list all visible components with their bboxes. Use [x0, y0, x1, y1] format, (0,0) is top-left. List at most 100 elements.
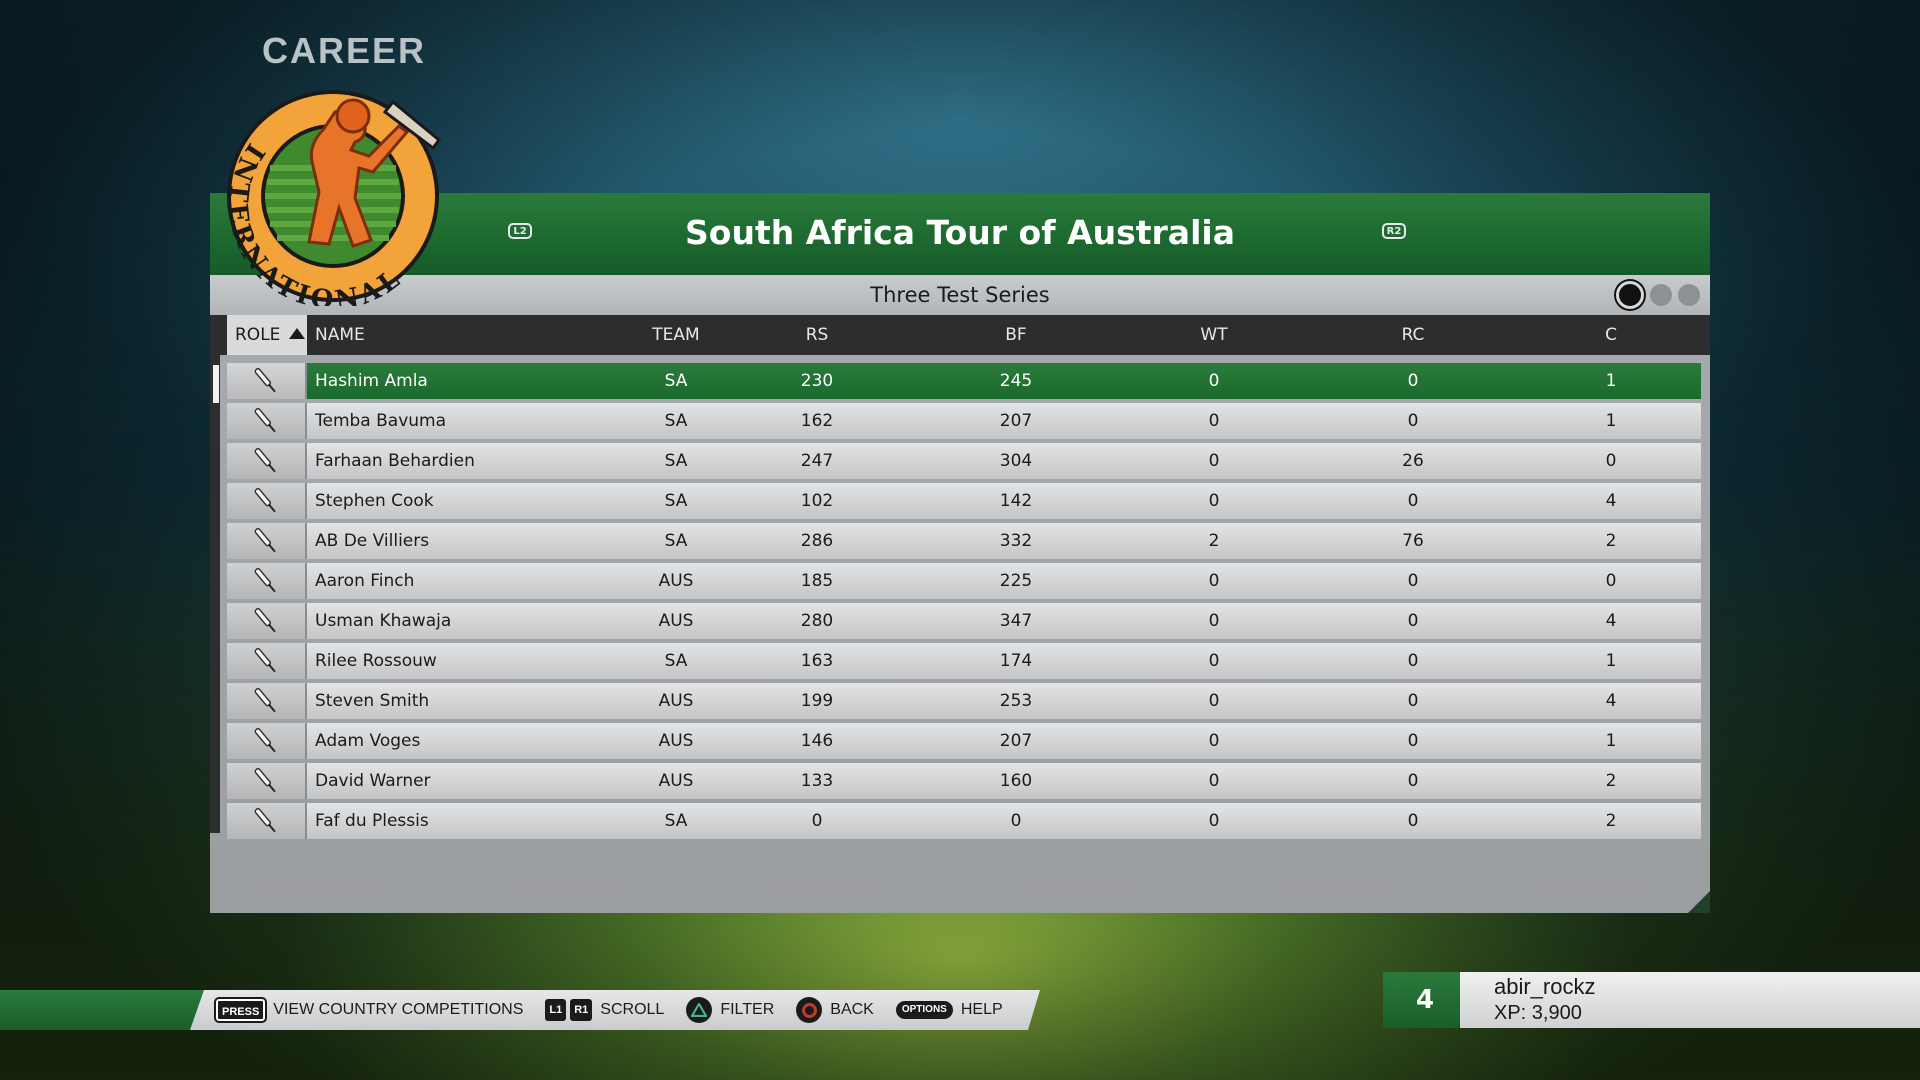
cricket-bat-icon — [227, 763, 307, 799]
table-row[interactable]: Usman Khawaja AUS 280 347 0 0 4 — [227, 603, 1701, 639]
cell-wt: 0 — [1208, 451, 1220, 471]
column-header-role[interactable]: ROLE — [227, 315, 307, 355]
cell-team: SA — [664, 531, 688, 551]
cell-team: AUS — [658, 691, 694, 711]
page-dot-3[interactable] — [1678, 284, 1700, 306]
cell-rs: 247 — [800, 451, 834, 471]
cell-c: 1 — [1605, 731, 1617, 751]
cell-name: Rilee Rossouw — [315, 651, 437, 671]
column-header-rc[interactable]: RC — [1353, 315, 1473, 355]
cell-rc: 0 — [1407, 691, 1419, 711]
cell-c: 4 — [1605, 491, 1617, 511]
scroll-label: SCROLL — [600, 1001, 665, 1018]
cell-name: AB De Villiers — [315, 531, 430, 551]
table-row[interactable]: Temba Bavuma SA 162 207 0 0 1 — [227, 403, 1701, 439]
cell-c: 1 — [1605, 651, 1617, 671]
table-row[interactable]: Faf du Plessis SA 0 0 0 0 2 — [227, 803, 1701, 839]
page-dot-2[interactable] — [1650, 284, 1672, 306]
table-body: Hashim Amla SA 230 245 0 0 1 Temba Bavuma SA 162 2… — [227, 363, 1701, 843]
cell-name: Usman Khawaja — [315, 611, 452, 631]
cell-rs: 199 — [800, 691, 834, 711]
cell-name: Faf du Plessis — [315, 811, 429, 831]
cell-c: 2 — [1605, 771, 1617, 791]
cricket-bat-icon — [227, 523, 307, 559]
cell-c: 2 — [1605, 531, 1617, 551]
cell-wt: 0 — [1208, 811, 1220, 831]
column-header-c[interactable]: C — [1551, 315, 1671, 355]
cell-team: SA — [664, 651, 688, 671]
cell-bf: 253 — [999, 691, 1033, 711]
cell-rc: 0 — [1407, 811, 1419, 831]
cell-bf: 0 — [1010, 811, 1022, 831]
cell-name: Temba Bavuma — [315, 411, 447, 431]
cell-team: SA — [664, 411, 688, 431]
cell-rs: 146 — [800, 731, 834, 751]
cricket-bat-icon — [227, 403, 307, 439]
help-label: HELP — [960, 1001, 1003, 1018]
press-button-icon: PRESS — [216, 999, 265, 1021]
cricket-bat-icon — [227, 683, 307, 719]
r2-next-button[interactable]: R2 — [1382, 223, 1406, 239]
scrollbar-track[interactable] — [210, 355, 220, 833]
cell-wt: 0 — [1208, 611, 1220, 631]
column-header-team[interactable]: TEAM — [616, 315, 736, 355]
cell-rs: 162 — [800, 411, 834, 431]
scroll-control[interactable]: L1 R1 SCROLL — [545, 999, 664, 1021]
table-row[interactable]: Aaron Finch AUS 185 225 0 0 0 — [227, 563, 1701, 599]
cricket-bat-icon — [227, 643, 307, 679]
cell-team: AUS — [658, 731, 694, 751]
table-row[interactable]: David Warner AUS 133 160 0 0 2 — [227, 763, 1701, 799]
table-row[interactable]: Rilee Rossouw SA 163 174 0 0 1 — [227, 643, 1701, 679]
scrollbar-thumb[interactable] — [213, 365, 219, 403]
table-row[interactable]: Hashim Amla SA 230 245 0 0 1 — [227, 363, 1701, 399]
cricket-bat-icon — [227, 563, 307, 599]
page-dot-1[interactable] — [1616, 281, 1644, 309]
cell-bf: 160 — [999, 771, 1033, 791]
cell-c: 2 — [1605, 811, 1617, 831]
back-control[interactable]: BACK — [796, 997, 874, 1023]
column-header-rs[interactable]: RS — [757, 315, 877, 355]
cricket-bat-icon — [227, 483, 307, 519]
column-header-bf[interactable]: BF — [956, 315, 1076, 355]
column-header-name[interactable]: NAME — [315, 315, 515, 355]
cell-rc: 0 — [1407, 371, 1419, 391]
table-row[interactable]: Farhaan Behardien SA 247 304 0 26 0 — [227, 443, 1701, 479]
cell-c: 0 — [1605, 571, 1617, 591]
cell-rc: 0 — [1407, 611, 1419, 631]
cell-name: Steven Smith — [315, 691, 430, 711]
cricket-bat-icon — [227, 443, 307, 479]
cell-c: 1 — [1605, 371, 1617, 391]
cell-name: Farhaan Behardien — [315, 451, 475, 471]
cell-rc: 0 — [1407, 411, 1419, 431]
cell-bf: 245 — [999, 371, 1033, 391]
cell-bf: 347 — [999, 611, 1033, 631]
table-row[interactable]: AB De Villiers SA 286 332 2 76 2 — [227, 523, 1701, 559]
page-indicator — [1616, 281, 1700, 309]
cell-rs: 133 — [800, 771, 834, 791]
view-country-competitions-control[interactable]: PRESS VIEW COUNTRY COMPETITIONS — [216, 999, 523, 1021]
help-control[interactable]: OPTIONS HELP — [896, 1001, 1003, 1019]
cell-rc: 0 — [1407, 491, 1419, 511]
cell-wt: 0 — [1208, 731, 1220, 751]
cell-bf: 207 — [999, 731, 1033, 751]
table-row[interactable]: Steven Smith AUS 199 253 0 0 4 — [227, 683, 1701, 719]
controls-bar: PRESS VIEW COUNTRY COMPETITIONS L1 R1 SC… — [190, 990, 1040, 1030]
cell-rc: 26 — [1402, 451, 1424, 471]
cell-rs: 230 — [800, 371, 834, 391]
triangle-button-icon — [686, 997, 712, 1023]
career-label: CAREER — [262, 30, 427, 71]
table-row[interactable]: Stephen Cook SA 102 142 0 0 4 — [227, 483, 1701, 519]
cell-rs: 280 — [800, 611, 834, 631]
cell-wt: 0 — [1208, 571, 1220, 591]
cell-c: 4 — [1605, 611, 1617, 631]
table-row[interactable]: Adam Voges AUS 146 207 0 0 1 — [227, 723, 1701, 759]
cell-team: SA — [664, 491, 688, 511]
cell-team: SA — [664, 451, 688, 471]
cell-team: AUS — [658, 571, 694, 591]
cell-wt: 0 — [1208, 691, 1220, 711]
filter-control[interactable]: FILTER — [686, 997, 774, 1023]
column-header-wt[interactable]: WT — [1154, 315, 1274, 355]
cell-team: SA — [664, 811, 688, 831]
cell-bf: 174 — [999, 651, 1033, 671]
cell-rs: 286 — [800, 531, 834, 551]
